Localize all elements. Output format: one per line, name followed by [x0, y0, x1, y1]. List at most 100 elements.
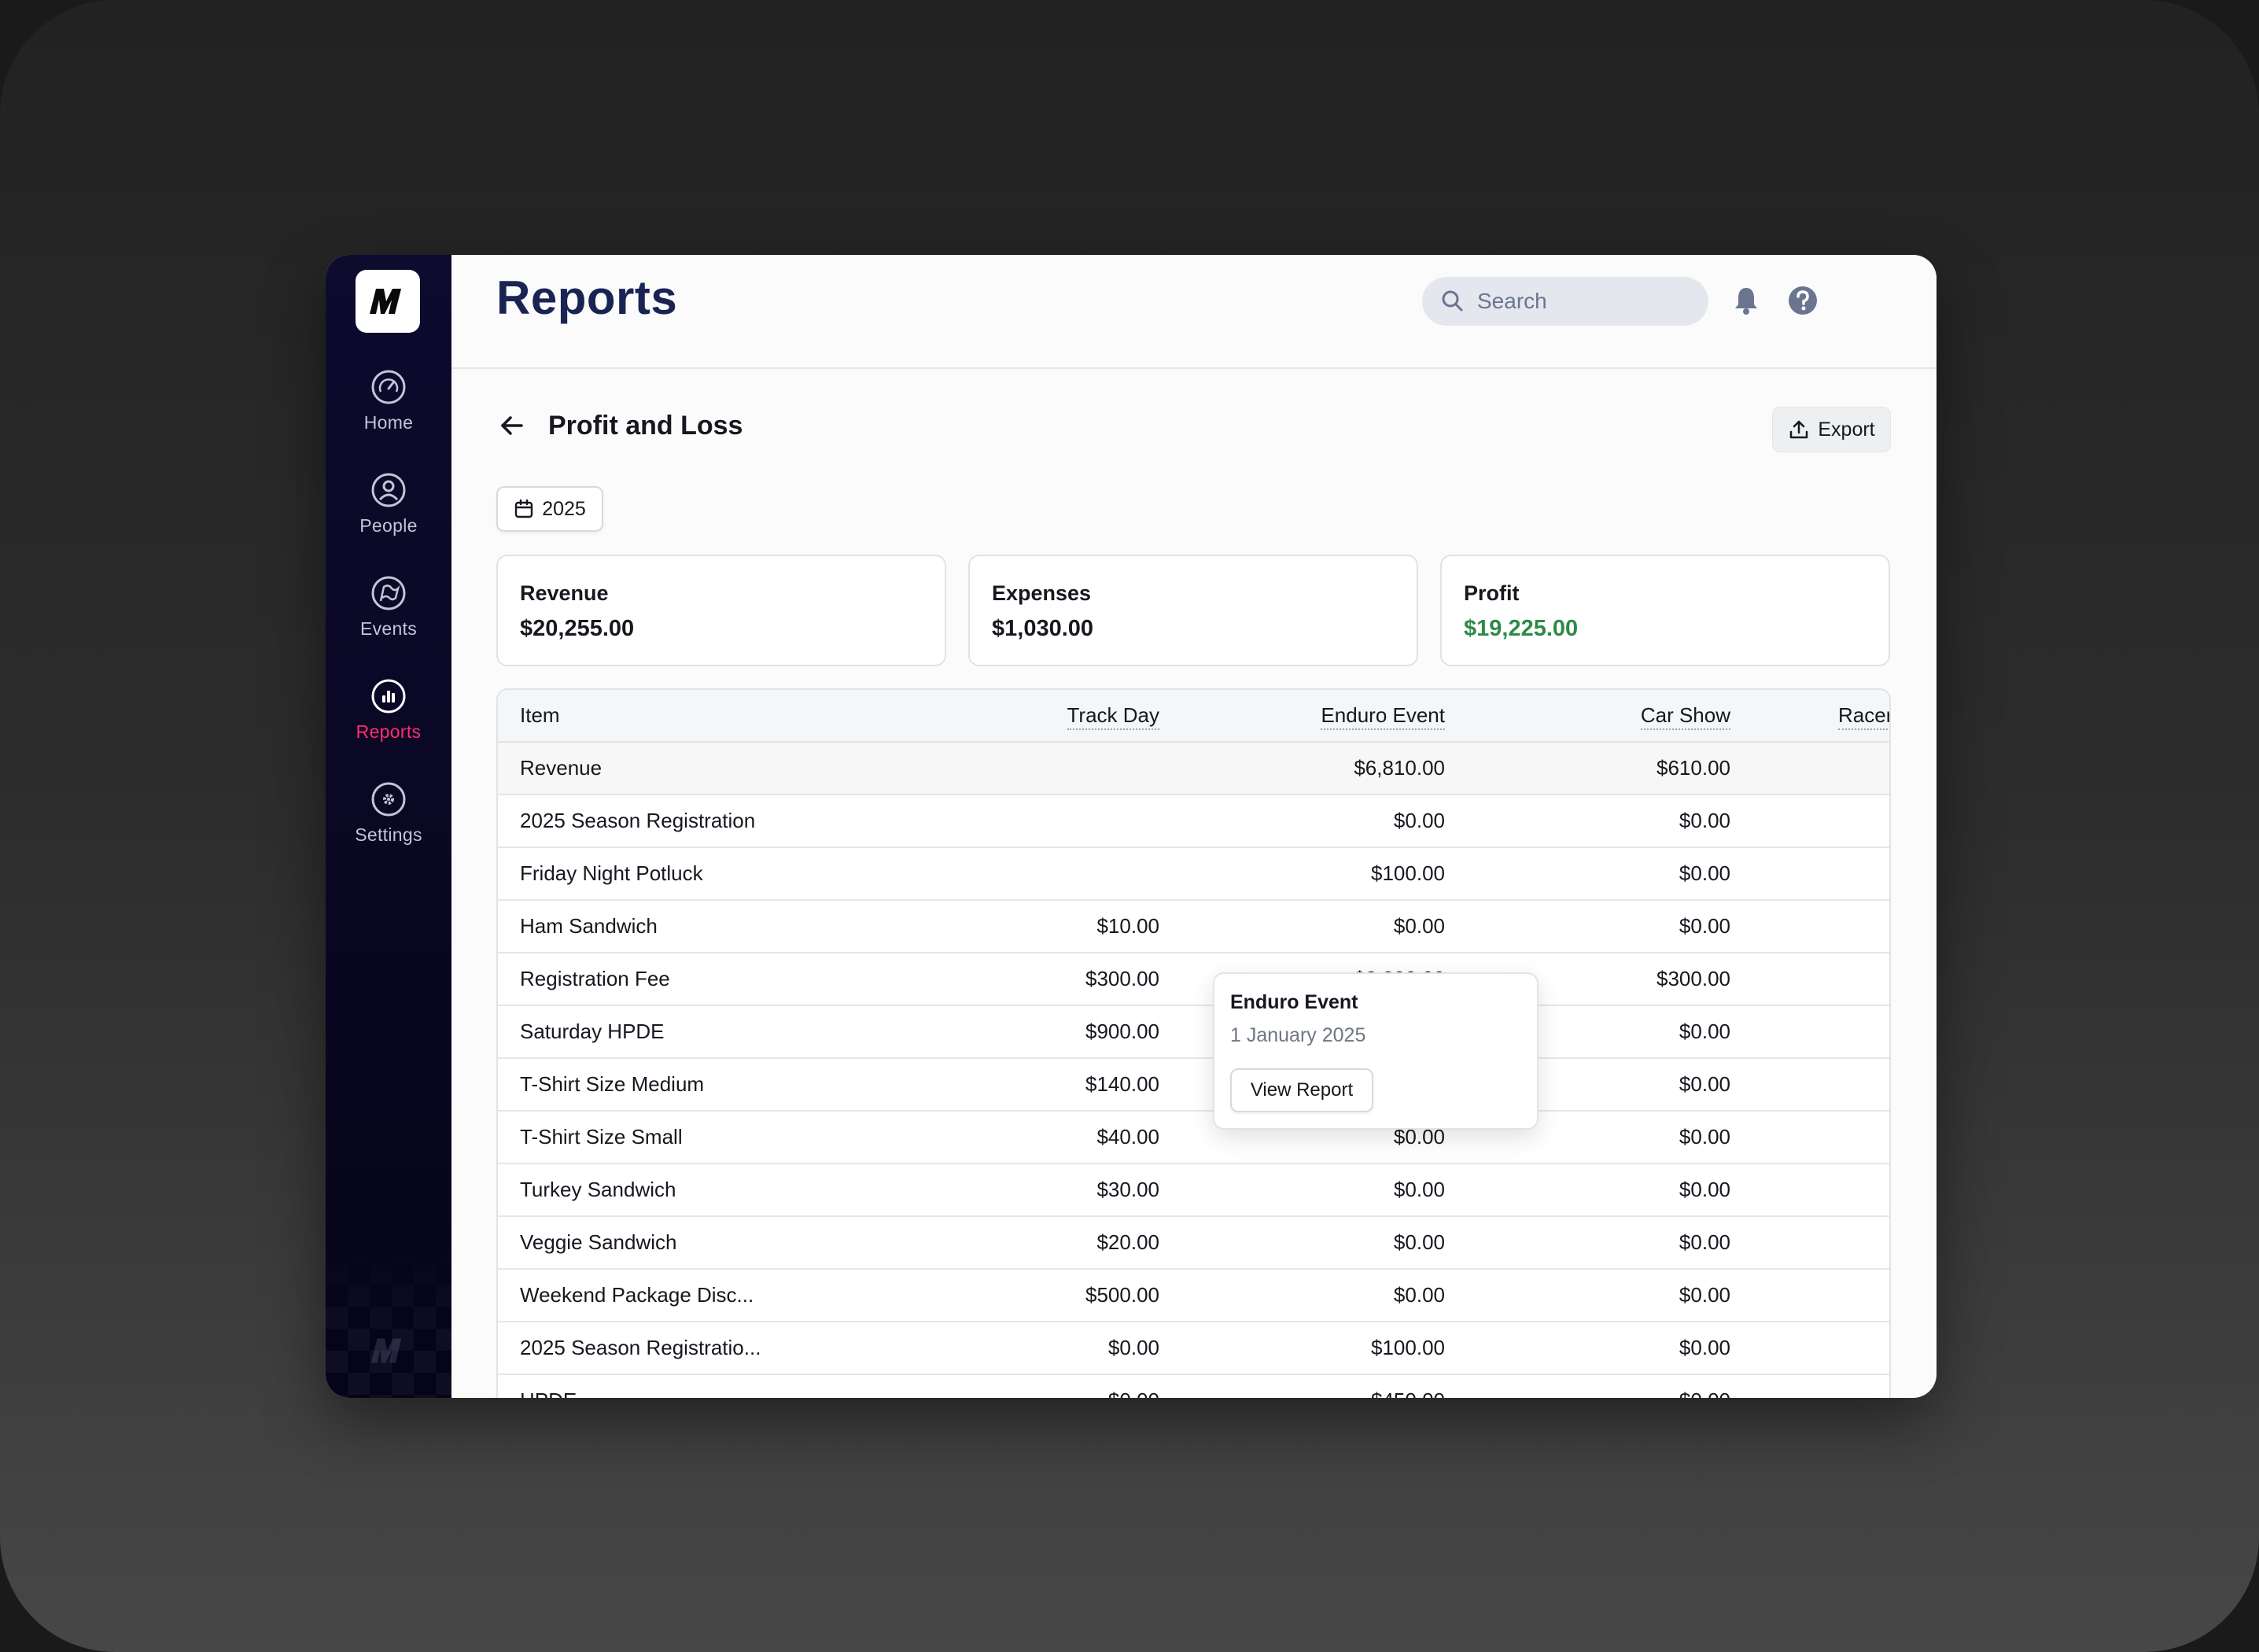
table-cell-value: $0.: [1730, 847, 1889, 901]
cell-text: $900.00: [1085, 1020, 1159, 1043]
table-cell-value: $0.00: [1159, 900, 1445, 953]
card-label: Profit: [1464, 581, 1520, 605]
column-header-racers-track-day[interactable]: Racer's Track Da: [1730, 690, 1889, 743]
table-cell-value: $0.: [1730, 795, 1889, 848]
table-cell-value: $0.: [1730, 1322, 1889, 1375]
table-cell-value: $0.00: [874, 1322, 1159, 1375]
cell-text: $0.00: [1679, 861, 1730, 885]
table-cell-value: $30.00: [874, 1163, 1159, 1217]
sidebar-item-events[interactable]: Events: [326, 570, 451, 656]
bell-icon[interactable]: [1729, 283, 1763, 318]
table-cell-value: $0.00: [1445, 1163, 1730, 1217]
cell-text: $10.00: [1096, 914, 1159, 938]
table-cell-value: $0.: [1730, 900, 1889, 953]
table-cell-value: $140.00: [874, 1058, 1159, 1112]
table-cell-item: 2025 Season Registratio...: [498, 1322, 874, 1375]
sidebar-item-label: Reports: [356, 721, 422, 742]
export-button[interactable]: Export: [1772, 407, 1891, 452]
back-arrow-icon[interactable]: [496, 410, 528, 441]
table-cell-value: $0.: [1730, 1269, 1889, 1322]
sidebar-item-label: Events: [359, 618, 418, 639]
table-cell-item: T-Shirt Size Medium: [498, 1058, 874, 1112]
cell-text: $0.00: [1108, 1388, 1159, 1398]
table-cell-value: $900.00: [874, 1005, 1159, 1059]
year-label: 2025: [542, 497, 586, 520]
search-input[interactable]: [1477, 289, 1682, 314]
cell-text: $0.: [1730, 1072, 1889, 1097]
cell-text: $0.00: [1679, 1336, 1730, 1359]
table-cell-value: $100.00: [1159, 1322, 1445, 1375]
column-header-car-show[interactable]: Car Show: [1445, 690, 1730, 743]
table-cell-value: $0.: [1730, 1216, 1889, 1270]
cell-text: $3,200.: [1730, 967, 1889, 991]
flag-circle-icon: [371, 576, 406, 610]
table-cell-value: $0.00: [874, 1374, 1159, 1398]
cell-text: $450.00: [1371, 1388, 1445, 1398]
cell-text: $300.00: [1085, 967, 1159, 990]
cell-text: $0.00: [1393, 1283, 1445, 1307]
cell-text: $0.00: [1679, 1125, 1730, 1149]
search-icon: [1442, 290, 1463, 312]
table-row: Friday Night Potluck $100.00 $0.00$0.: [498, 847, 1889, 901]
cell-text: $0.00: [1679, 914, 1730, 938]
card-label: Expenses: [992, 581, 1092, 605]
cell-text: $0.: [1730, 809, 1889, 833]
cell-text: $500.00: [1085, 1283, 1159, 1307]
table-cell-value: $0.00: [1445, 1322, 1730, 1375]
year-picker[interactable]: 2025: [496, 486, 603, 532]
app-logo[interactable]: [356, 270, 420, 333]
table-cell-item: Ham Sandwich: [498, 900, 874, 953]
sidebar: Home People Events Reports Settings: [326, 255, 451, 1398]
table-cell-item: Turkey Sandwich: [498, 1163, 874, 1217]
sidebar-item-home[interactable]: Home: [326, 363, 451, 450]
screen-background: Home People Events Reports Settings Repo…: [0, 0, 2259, 1652]
table-cell-value: $0.00: [1445, 900, 1730, 953]
profit-loss-table: Item Track Day Enduro Event Car Show Rac…: [496, 688, 1891, 1398]
cell-text: $100.00: [1371, 1336, 1445, 1359]
sidebar-item-settings[interactable]: Settings: [326, 776, 451, 862]
view-report-button[interactable]: View Report: [1230, 1068, 1373, 1112]
m-logo-icon: [370, 289, 401, 314]
column-header-label: Car Show: [1640, 703, 1730, 730]
gear-circle-icon: [371, 782, 406, 817]
table-cell-value: $0.: [1730, 1111, 1889, 1164]
column-header-track-day[interactable]: Track Day: [874, 690, 1159, 743]
table-row: Ham Sandwich$10.00$0.00$0.00$0.: [498, 900, 1889, 953]
table-cell-value: $3,210.: [1730, 742, 1889, 795]
table-row: Veggie Sandwich$20.00$0.00$0.00$0.: [498, 1216, 1889, 1270]
cell-text: $0.: [1730, 1230, 1889, 1255]
table-row: HPDE$0.00$450.00$0.00$0.: [498, 1374, 1889, 1398]
table-cell-value: $0.00: [1445, 1374, 1730, 1398]
cell-text: $140.00: [1085, 1072, 1159, 1096]
cell-text: $0.00: [1393, 809, 1445, 832]
cell-text: $0.: [1730, 1178, 1889, 1202]
table-cell-value: $0.00: [1159, 795, 1445, 848]
expenses-card: Expenses $1,030.00: [968, 555, 1418, 666]
table-cell-item: 2025 Season Registration: [498, 795, 874, 848]
popover-title: Enduro Event: [1230, 991, 1358, 1013]
page-title: Reports: [496, 271, 678, 324]
cell-text: $0.: [1730, 1336, 1889, 1360]
table-cell-value: $0.: [1730, 1163, 1889, 1217]
card-value: $1,030.00: [992, 616, 1094, 641]
sidebar-item-people[interactable]: People: [326, 466, 451, 553]
cell-text: $0.00: [1679, 1072, 1730, 1096]
column-header-label: Track Day: [1067, 703, 1159, 730]
cell-text: $0.00: [1107, 1336, 1159, 1359]
table-cell-value: $0.: [1730, 1005, 1889, 1059]
table-cell-value: $3,200.: [1730, 953, 1889, 1006]
card-value: $20,255.00: [520, 616, 635, 641]
popover-date: 1 January 2025: [1230, 1024, 1366, 1046]
column-header-enduro-event[interactable]: Enduro Event: [1159, 690, 1445, 743]
search-box[interactable]: [1422, 277, 1708, 326]
table-cell-value: [874, 795, 1159, 848]
table-cell-item: T-Shirt Size Small: [498, 1111, 874, 1164]
sidebar-item-reports[interactable]: Reports: [326, 673, 451, 759]
table-cell-value: [874, 847, 1159, 901]
table-cell-item: Registration Fee: [498, 953, 874, 1006]
table-row: T-Shirt Size Small$40.00$0.00$0.00$0.: [498, 1111, 1889, 1164]
help-icon[interactable]: [1785, 283, 1820, 318]
table-cell-value: $0.00: [1159, 1269, 1445, 1322]
column-header-label: Enduro Event: [1321, 703, 1445, 730]
table-cell-value: $10.00: [874, 900, 1159, 953]
